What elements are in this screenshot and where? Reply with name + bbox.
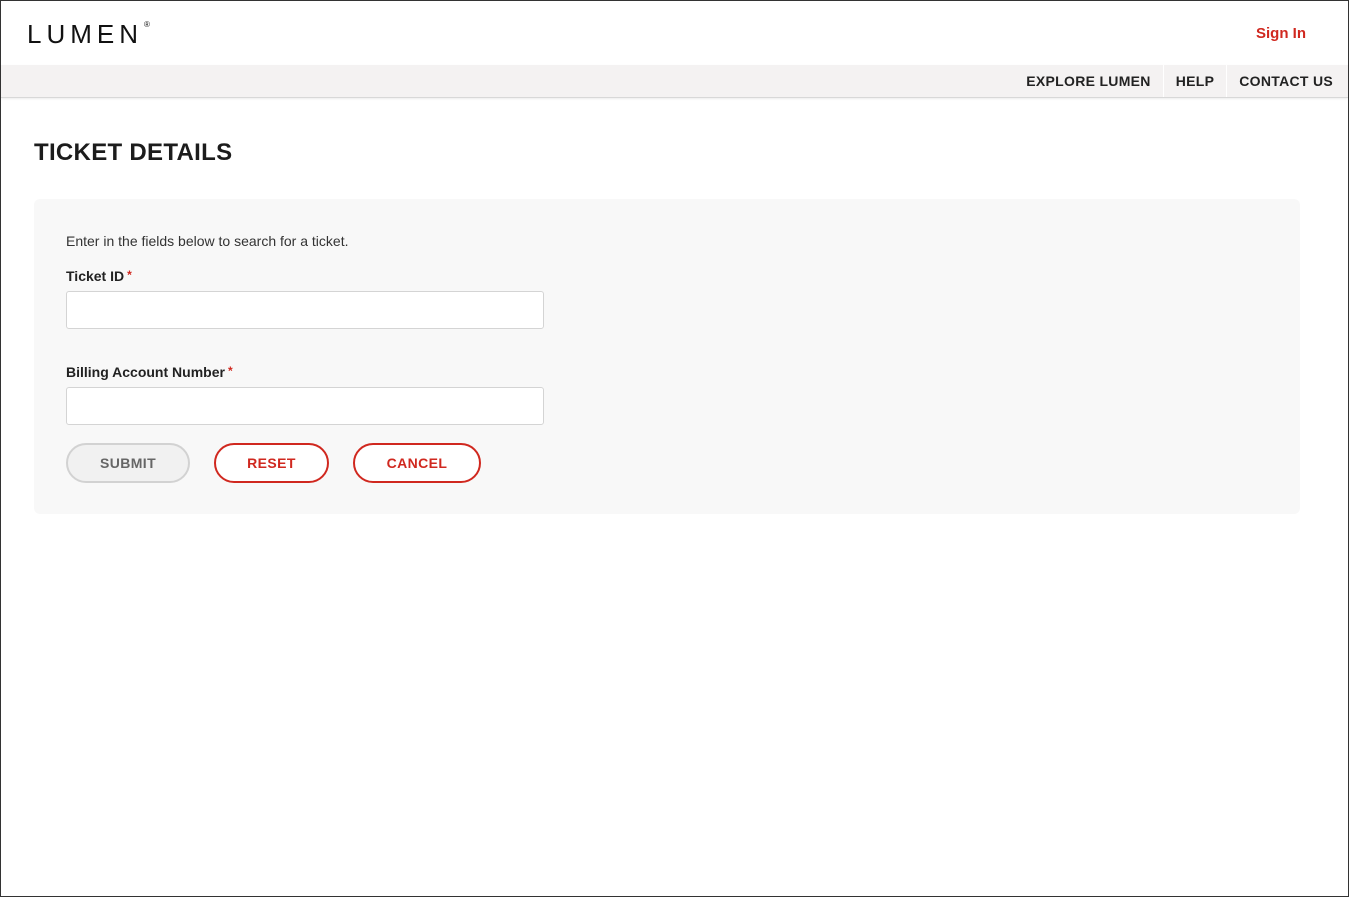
page-title: TICKET DETAILS (34, 139, 233, 166)
reset-button[interactable]: RESET (214, 443, 329, 483)
top-header: LUMEN ® Sign In (1, 1, 1348, 65)
nav-help[interactable]: HELP (1164, 65, 1227, 97)
required-indicator: * (127, 268, 132, 282)
submit-button[interactable]: SUBMIT (66, 443, 190, 483)
required-indicator: * (227, 364, 233, 378)
cancel-button[interactable]: CANCEL (353, 443, 481, 483)
billing-account-number-label: Billing Account Number * (66, 364, 233, 380)
nav-contact-us[interactable]: CONTACT US (1227, 65, 1348, 97)
page-frame: LUMEN ® Sign In EXPLORE LUMEN HELP CONTA… (0, 0, 1349, 897)
billing-account-number-label-text: Billing Account Number (66, 364, 225, 380)
nav-explore-lumen[interactable]: EXPLORE LUMEN (1014, 65, 1162, 97)
logo-wordmark: LUMEN (27, 19, 144, 49)
nav-items: EXPLORE LUMEN HELP CONTACT US (1014, 65, 1348, 97)
ticket-id-input[interactable] (66, 291, 544, 329)
registered-mark: ® (144, 20, 150, 29)
billing-account-number-input[interactable] (66, 387, 544, 425)
main-nav: EXPLORE LUMEN HELP CONTACT US (1, 65, 1348, 98)
ticket-id-label-text: Ticket ID (66, 268, 125, 284)
ticket-id-label: Ticket ID * (66, 268, 132, 284)
form-instructions: Enter in the fields below to search for … (66, 233, 349, 249)
sign-in-link[interactable]: Sign In (1256, 25, 1306, 42)
lumen-logo[interactable]: LUMEN ® (27, 20, 150, 48)
ticket-search-form: Enter in the fields below to search for … (34, 199, 1300, 514)
